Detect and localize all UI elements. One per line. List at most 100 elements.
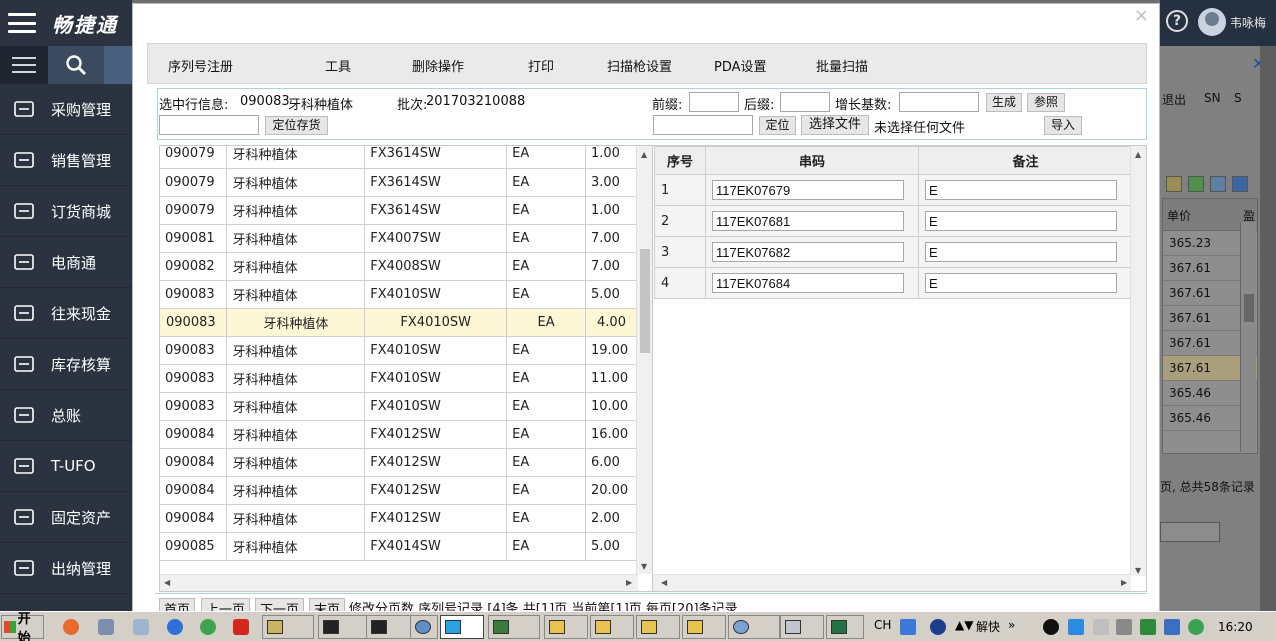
serial-vertical-scrollbar[interactable]: ▲ ▼ <box>1130 146 1146 576</box>
scroll-right-icon[interactable]: ▶ <box>626 578 632 587</box>
scroll-up-icon[interactable]: ▲ <box>641 150 647 159</box>
scroll-down-icon[interactable]: ▼ <box>1135 566 1141 575</box>
table-cell[interactable]: 5.00 <box>585 280 639 309</box>
table-row[interactable]: 090083 牙科种植体 FX4010SW EA 5.00 <box>160 280 639 309</box>
table-cell[interactable]: EA <box>506 364 586 393</box>
help-tray-icon[interactable] <box>930 619 946 635</box>
serial-note-input[interactable] <box>925 273 1117 293</box>
table-row[interactable]: 090083 牙科种植体 FX4010SW EA 4.00 <box>160 308 639 337</box>
serial-note-input[interactable] <box>925 180 1117 200</box>
qq-icon[interactable] <box>1043 619 1059 635</box>
chat-icon[interactable] <box>133 619 149 635</box>
prefix-input[interactable] <box>689 92 739 112</box>
table-row[interactable]: 090083 牙科种植体 FX4010SW EA 11.00 <box>160 364 639 393</box>
table-row[interactable]: 090084 牙科种植体 FX4012SW EA 6.00 <box>160 448 639 477</box>
close-icon[interactable]: ✕ <box>1134 6 1149 27</box>
taskbar-excel[interactable] <box>826 615 864 639</box>
table-cell[interactable]: 16.00 <box>585 420 639 449</box>
table-cell[interactable]: EA <box>506 420 586 449</box>
table-cell[interactable]: FX3614SW <box>364 146 508 169</box>
background-input[interactable] <box>1160 522 1220 542</box>
increment-input[interactable] <box>899 92 979 112</box>
table-cell[interactable]: 090083 <box>160 308 228 337</box>
table-cell[interactable]: 牙科种植体 <box>226 364 366 393</box>
sidebar-item-8[interactable]: 固定资产 <box>0 492 132 543</box>
table-cell[interactable]: 牙科种植体 <box>226 448 366 477</box>
serial-note-input[interactable] <box>925 211 1117 231</box>
serial-code-input[interactable] <box>712 242 904 262</box>
sidebar-item-9[interactable]: 出纳管理 <box>0 543 132 594</box>
table-cell[interactable]: 20.00 <box>585 476 639 505</box>
table-cell[interactable]: FX3614SW <box>364 168 508 197</box>
table-cell[interactable]: FX4010SW <box>364 280 508 309</box>
table-cell[interactable]: FX4012SW <box>364 504 508 533</box>
scroll-down-icon[interactable]: ▼ <box>641 562 647 571</box>
table-cell[interactable]: 牙科种植体 <box>226 504 366 533</box>
sidebar-item-1[interactable]: 销售管理 <box>0 135 132 186</box>
table-cell[interactable]: 090079 <box>160 196 228 225</box>
table-cell[interactable]: 牙科种植体 <box>226 146 366 169</box>
network-tray-icon[interactable] <box>1164 619 1180 635</box>
table-row[interactable]: 090079 牙科种植体 FX3614SW EA 1.00 <box>160 146 639 169</box>
table-cell[interactable]: 7.00 <box>585 224 639 253</box>
security-icon[interactable] <box>1140 619 1156 635</box>
table-cell[interactable]: 牙科种植体 <box>226 420 366 449</box>
language-indicator[interactable]: CH <box>874 618 891 632</box>
table-row[interactable]: 090085 牙科种植体 FX4014SW EA 5.00 <box>160 532 639 561</box>
scroll-right-icon[interactable]: ▶ <box>1121 578 1127 587</box>
table-cell[interactable]: 5.00 <box>585 532 639 561</box>
table-cell[interactable]: EA <box>506 224 586 253</box>
star-icon[interactable] <box>1068 619 1084 635</box>
table-row[interactable]: 090079 牙科种植体 FX3614SW EA 3.00 <box>160 168 639 197</box>
sidebar-item-6[interactable]: 总账 <box>0 390 132 441</box>
serial-note-input[interactable] <box>925 242 1117 262</box>
table-cell[interactable]: FX4010SW <box>364 336 508 365</box>
table-cell[interactable]: 4.00 <box>585 308 639 337</box>
serial-row[interactable]: 4 <box>654 267 1133 299</box>
sn-button[interactable]: SN <box>1204 91 1221 105</box>
sidebar-item-2[interactable]: 订货商城 <box>0 186 132 237</box>
serial-code-input[interactable] <box>712 211 904 231</box>
tray-app-icon[interactable] <box>1116 619 1132 635</box>
serial-row[interactable]: 2 <box>654 205 1133 237</box>
table-cell[interactable]: 090079 <box>160 146 228 169</box>
table-cell[interactable]: EA <box>506 252 586 281</box>
table-row[interactable]: 090084 牙科种植体 FX4012SW EA 20.00 <box>160 476 639 505</box>
speed-indicator[interactable]: 解快 <box>976 618 1000 635</box>
table-cell[interactable]: EA <box>506 308 586 337</box>
table-row[interactable]: 090079 牙科种植体 FX3614SW EA 1.00 <box>160 196 639 225</box>
volume-icon[interactable] <box>1093 619 1109 635</box>
reference-button[interactable]: 参照 <box>1027 93 1065 112</box>
table-cell[interactable]: 7.00 <box>585 252 639 281</box>
table-cell[interactable]: 牙科种植体 <box>226 168 366 197</box>
scroll-left-icon[interactable]: ◀ <box>164 578 170 587</box>
chrome-icon[interactable] <box>200 619 216 635</box>
locate-stock-button[interactable]: 定位存货 <box>265 116 328 135</box>
background-scrollbar[interactable] <box>1240 222 1256 452</box>
menu-scanner-settings[interactable]: 扫描枪设置 <box>607 56 672 75</box>
locate-button[interactable]: 定位 <box>759 116 796 135</box>
image-icon[interactable] <box>1210 176 1226 192</box>
table-cell[interactable]: 090085 <box>160 532 228 561</box>
clock[interactable]: 16:20 <box>1218 620 1253 634</box>
serial-code-input[interactable] <box>712 180 904 200</box>
table-cell[interactable]: 牙科种植体 <box>226 392 366 421</box>
menu-delete[interactable]: 删除操作 <box>412 56 464 75</box>
start-button[interactable]: 开始 <box>1 612 44 641</box>
serial-code-input[interactable] <box>712 273 904 293</box>
tray-expand-icon[interactable]: » <box>1008 618 1015 632</box>
table-row[interactable]: 090081 牙科种植体 FX4007SW EA 7.00 <box>160 224 639 253</box>
table-cell[interactable]: EA <box>506 504 586 533</box>
taskbar-window-4[interactable] <box>410 615 438 639</box>
taskbar-folder-1[interactable] <box>544 615 588 639</box>
sidebar-item-3[interactable]: 电商通 <box>0 237 132 288</box>
table-cell[interactable]: 牙科种植体 <box>226 196 366 225</box>
sidebar-item-7[interactable]: T-UFO <box>0 441 132 492</box>
table-cell[interactable]: 牙科种植体 <box>226 532 366 561</box>
collapse-menu-icon[interactable] <box>0 46 48 84</box>
inventory-vertical-scrollbar[interactable]: ▲ ▼ <box>636 146 652 574</box>
stock-locate-input[interactable] <box>159 115 259 135</box>
table-cell[interactable]: 090082 <box>160 252 228 281</box>
table-cell[interactable]: 11.00 <box>585 364 639 393</box>
user-name[interactable]: 韦咏梅 <box>1230 14 1266 31</box>
